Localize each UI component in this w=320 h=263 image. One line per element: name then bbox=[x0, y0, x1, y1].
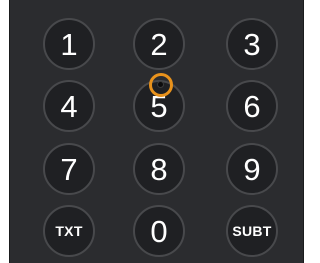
key-0[interactable]: 0 bbox=[133, 205, 185, 257]
key-8[interactable]: 8 bbox=[133, 143, 185, 195]
key-3[interactable]: 3 bbox=[226, 18, 278, 70]
key-4[interactable]: 4 bbox=[43, 80, 95, 132]
key-7[interactable]: 7 bbox=[43, 143, 95, 195]
key-9[interactable]: 9 bbox=[226, 143, 278, 195]
click-target-highlight-ring bbox=[149, 73, 173, 97]
key-subt[interactable]: SUBT bbox=[226, 205, 278, 257]
key-6[interactable]: 6 bbox=[226, 80, 278, 132]
key-2[interactable]: 2 bbox=[133, 18, 185, 70]
key-txt[interactable]: TXT bbox=[43, 205, 95, 257]
key-1[interactable]: 1 bbox=[43, 18, 95, 70]
